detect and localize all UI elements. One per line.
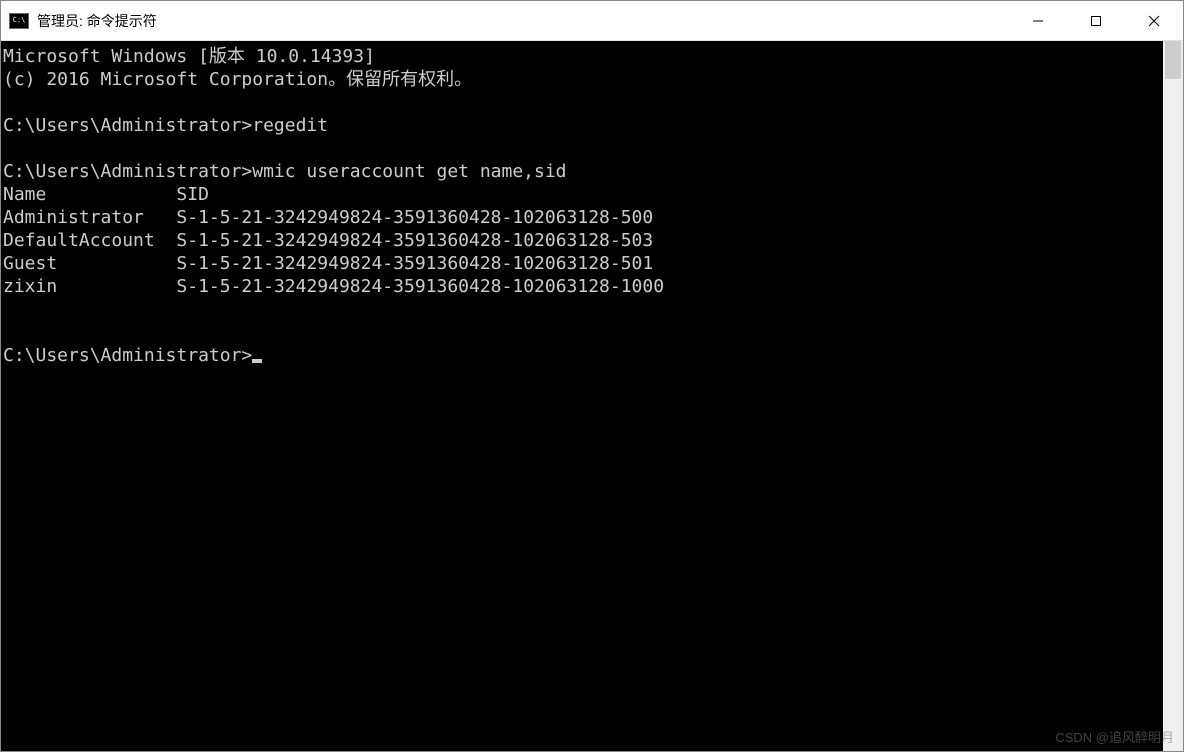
account-sid: S-1-5-21-3242949824-3591360428-102063128…	[176, 276, 664, 297]
cursor	[252, 359, 262, 363]
minimize-icon	[1032, 15, 1044, 27]
scrollbar[interactable]	[1163, 41, 1183, 751]
banner-line: Microsoft Windows [版本 10.0.14393]	[3, 46, 375, 67]
prompt: C:\Users\Administrator>	[3, 115, 252, 136]
account-sid: S-1-5-21-3242949824-3591360428-102063128…	[176, 207, 653, 228]
prompt: C:\Users\Administrator>	[3, 345, 252, 366]
account-name: Administrator	[3, 207, 144, 228]
account-sid: S-1-5-21-3242949824-3591360428-102063128…	[176, 253, 653, 274]
close-icon	[1148, 15, 1160, 27]
column-header-sid: SID	[176, 184, 209, 205]
window-controls	[1009, 1, 1183, 40]
scrollbar-thumb[interactable]	[1165, 41, 1181, 79]
close-button[interactable]	[1125, 1, 1183, 40]
command-input: regedit	[252, 115, 328, 136]
maximize-icon	[1090, 15, 1102, 27]
minimize-button[interactable]	[1009, 1, 1067, 40]
terminal-output[interactable]: Microsoft Windows [版本 10.0.14393] (c) 20…	[1, 41, 1163, 751]
terminal-area: Microsoft Windows [版本 10.0.14393] (c) 20…	[1, 41, 1183, 751]
titlebar[interactable]: C:\ 管理员: 命令提示符	[1, 1, 1183, 41]
account-name: DefaultAccount	[3, 230, 155, 251]
account-name: zixin	[3, 276, 57, 297]
window-title: 管理员: 命令提示符	[37, 11, 1009, 31]
banner-line: (c) 2016 Microsoft Corporation。保留所有权利。	[3, 69, 472, 90]
command-input: wmic useraccount get name,sid	[252, 161, 566, 182]
account-sid: S-1-5-21-3242949824-3591360428-102063128…	[176, 230, 653, 251]
maximize-button[interactable]	[1067, 1, 1125, 40]
prompt: C:\Users\Administrator>	[3, 161, 252, 182]
column-header-name: Name	[3, 184, 46, 205]
cmd-icon: C:\	[9, 13, 29, 29]
account-name: Guest	[3, 253, 57, 274]
cmd-window: C:\ 管理员: 命令提示符 Microsoft Windows [版本 10.…	[0, 0, 1184, 752]
